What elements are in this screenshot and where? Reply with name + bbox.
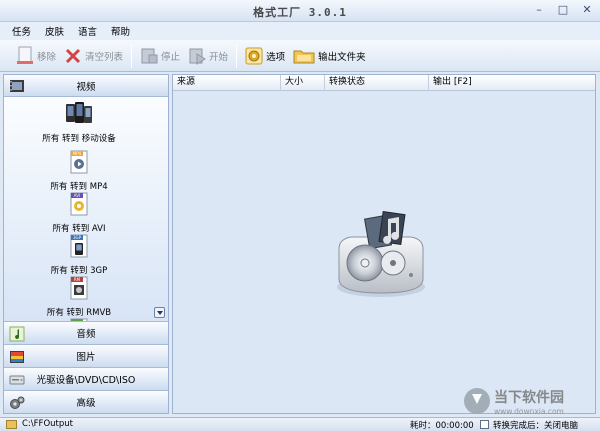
- toolbar-separator: [236, 43, 238, 68]
- category-disc-label: 光驱设备\DVD\CD\ISO: [36, 375, 136, 386]
- category-video[interactable]: 视频: [4, 75, 168, 97]
- list-item-mp4[interactable]: MP4 所有 转到 MP4: [4, 149, 154, 192]
- picture-icon: [10, 351, 24, 363]
- format-factory-logo-icon: [337, 211, 425, 297]
- column-size[interactable]: 大小: [281, 75, 325, 91]
- music-note-icon: [9, 326, 25, 342]
- folder-small-icon[interactable]: [6, 420, 17, 429]
- minimize-icon[interactable]: –: [532, 3, 546, 17]
- remove-icon: [17, 46, 33, 64]
- close-icon[interactable]: ✕: [580, 3, 594, 17]
- list-item-rmvb[interactable]: RM 所有 转到 RMVB: [4, 275, 154, 318]
- category-advanced[interactable]: 高级: [4, 390, 168, 413]
- film-icon: [10, 80, 24, 92]
- stop-label: 停止: [161, 51, 181, 63]
- menu-language[interactable]: 语言: [78, 24, 97, 38]
- category-audio-label: 音频: [76, 329, 96, 340]
- menu-task[interactable]: 任务: [12, 24, 31, 38]
- options-button[interactable]: 选项: [241, 42, 289, 70]
- rm-badge: RM: [74, 277, 81, 282]
- status-bar: C:\FFOutput 耗时：00:00:00 转换完成后：关闭电脑: [0, 417, 600, 431]
- rmvb-file-icon: RM: [70, 276, 88, 300]
- category-disc[interactable]: 光驱设备\DVD\CD\ISO: [4, 367, 168, 390]
- shutdown-checkbox[interactable]: [480, 420, 489, 429]
- watermark-name: 当下软件园: [494, 389, 564, 406]
- category-audio[interactable]: 音频: [4, 321, 168, 344]
- after-convert-label[interactable]: 转换完成后：关闭电脑: [493, 419, 578, 431]
- folder-icon: [293, 50, 315, 63]
- task-list-header: 来源 大小 转换状态 输出 [F2]: [173, 75, 595, 91]
- output-folder-label: 输出文件夹: [318, 51, 366, 63]
- remove-button[interactable]: 移除: [12, 42, 60, 70]
- clear-list-button[interactable]: 清空列表: [60, 42, 127, 70]
- options-label: 选项: [266, 51, 286, 63]
- watermark-url: www.downxia.com: [494, 406, 564, 416]
- title-bar: 格式工厂 3.0.1 – □ ✕: [0, 0, 600, 22]
- category-video-label: 视频: [76, 81, 96, 93]
- toolbar-separator: [131, 43, 133, 68]
- start-button[interactable]: 开始: [184, 42, 232, 70]
- avi-file-icon: AVI: [70, 192, 88, 216]
- video-format-list: 所有 转到 移动设备 MP4 所有 转到 MP4 AVI 所有 转到 AVI 3…: [4, 97, 168, 323]
- start-label: 开始: [209, 51, 229, 63]
- download-arrow-icon: [464, 388, 490, 414]
- task-list-panel[interactable]: 来源 大小 转换状态 输出 [F2]: [172, 74, 596, 414]
- menu-bar: 任务 皮肤 语言 帮助: [0, 22, 600, 40]
- 3gp-badge: 3GP: [73, 235, 82, 240]
- list-item-label: 所有 转到 移动设备: [42, 134, 116, 144]
- gear-icon: [245, 47, 263, 64]
- disc-drive-icon: [9, 375, 25, 385]
- window-title: 格式工厂 3.0.1: [253, 6, 347, 19]
- start-icon: [189, 48, 206, 65]
- column-output[interactable]: 输出 [F2]: [429, 75, 595, 91]
- scroll-down-button[interactable]: [154, 307, 165, 318]
- category-image-label: 图片: [76, 352, 96, 363]
- mp4-badge: MP4: [73, 151, 82, 156]
- remove-label: 移除: [37, 51, 57, 63]
- stop-icon: [141, 48, 158, 63]
- list-item-avi[interactable]: AVI 所有 转到 AVI: [4, 191, 154, 234]
- category-image[interactable]: 图片: [4, 344, 168, 367]
- list-item-mobile[interactable]: 所有 转到 移动设备: [4, 101, 154, 144]
- toolbar: 移除 清空列表 停止 开始 选项 输出文件夹: [0, 40, 600, 72]
- menu-help[interactable]: 帮助: [111, 24, 130, 38]
- menu-skin[interactable]: 皮肤: [45, 24, 64, 38]
- mp4-file-icon: MP4: [70, 150, 88, 174]
- output-folder-button[interactable]: 输出文件夹: [289, 42, 370, 70]
- column-status[interactable]: 转换状态: [325, 75, 429, 91]
- column-source[interactable]: 来源: [173, 75, 281, 91]
- 3gp-file-icon: 3GP: [70, 234, 88, 258]
- stop-button[interactable]: 停止: [136, 42, 184, 70]
- watermark: 当下软件园 www.downxia.com: [464, 384, 594, 418]
- output-path[interactable]: C:\FFOutput: [22, 419, 73, 429]
- mobile-devices-icon: [66, 102, 92, 123]
- category-advanced-label: 高级: [76, 398, 96, 409]
- elapsed-time: 耗时：00:00:00: [410, 421, 474, 431]
- advanced-gear-icon: [10, 396, 25, 409]
- maximize-icon[interactable]: □: [556, 3, 570, 17]
- avi-badge: AVI: [74, 193, 80, 198]
- list-item-3gp[interactable]: 3GP 所有 转到 3GP: [4, 233, 154, 276]
- clear-x-icon: [65, 48, 81, 63]
- clear-list-label: 清空列表: [85, 51, 124, 63]
- category-panel: 视频 所有 转到 移动设备 MP4 所有 转到 MP4 AVI 所有 转到 AV…: [3, 74, 169, 414]
